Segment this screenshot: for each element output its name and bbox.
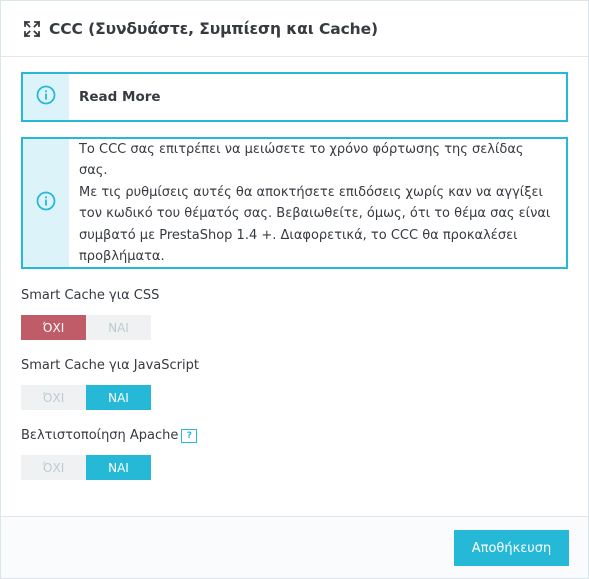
ccc-panel: CCC (Συνδυάστε, Συμπίεση και Cache) Read… <box>0 0 589 579</box>
panel-footer: Αποθήκευση <box>1 516 588 578</box>
smart-cache-js-no-option[interactable]: ΌΧΙ <box>21 385 86 410</box>
read-more-alert[interactable]: Read More <box>21 72 568 122</box>
info-line: Το CCC σας επιτρέπει να μειώσετε το χρόν… <box>78 141 524 179</box>
expand-arrows-icon <box>23 20 41 38</box>
info-circle-icon <box>36 191 56 215</box>
apache-optimization-switch[interactable]: ΌΧΙ ΝΑΙ <box>21 455 151 480</box>
smart-cache-js-label: Smart Cache για JavaScript <box>21 358 199 373</box>
smart-cache-css-switch[interactable]: ΌΧΙ ΝΑΙ <box>21 315 151 340</box>
alert-icon-column <box>23 74 69 120</box>
panel-header: CCC (Συνδυάστε, Συμπίεση και Cache) <box>1 1 588 57</box>
apache-optimization-no-option[interactable]: ΌΧΙ <box>21 455 86 480</box>
info-circle-icon <box>36 85 56 109</box>
apache-optimization-label-text: Βελτιστοποίηση Apache <box>21 428 179 443</box>
info-line: προβλήματα. <box>78 249 165 264</box>
apache-optimization-label: Βελτιστοποίηση Apache? <box>21 428 198 443</box>
panel-title: CCC (Συνδυάστε, Συμπίεση και Cache) <box>49 19 379 38</box>
help-icon[interactable]: ? <box>181 429 198 443</box>
smart-cache-css-label: Smart Cache για CSS <box>21 288 160 303</box>
save-button[interactable]: Αποθήκευση <box>454 530 569 566</box>
smart-cache-css-yes-option[interactable]: ΝΑΙ <box>86 315 151 340</box>
info-line: συμβατό με PrestaShop 1.4 +. Διαφορετικά… <box>78 227 518 243</box>
read-more-link[interactable]: Read More <box>69 74 161 120</box>
smart-cache-js-switch[interactable]: ΌΧΙ ΝΑΙ <box>21 385 151 410</box>
info-line: Με τις ρυθμίσεις αυτές θα αποκτήσετε επι… <box>78 184 543 200</box>
apache-optimization-yes-option[interactable]: ΝΑΙ <box>86 455 151 480</box>
info-alert: Το CCC σας επιτρέπει να μειώσετε το χρόν… <box>21 137 568 269</box>
info-alert-text: Το CCC σας επιτρέπει να μειώσετε το χρόν… <box>69 139 566 267</box>
smart-cache-js-yes-option[interactable]: ΝΑΙ <box>86 385 151 410</box>
smart-cache-css-no-option[interactable]: ΌΧΙ <box>21 315 86 340</box>
info-line: τον κωδικό του θέματός σας. Βεβαιωθείτε,… <box>78 206 551 221</box>
alert-icon-column <box>23 139 69 267</box>
